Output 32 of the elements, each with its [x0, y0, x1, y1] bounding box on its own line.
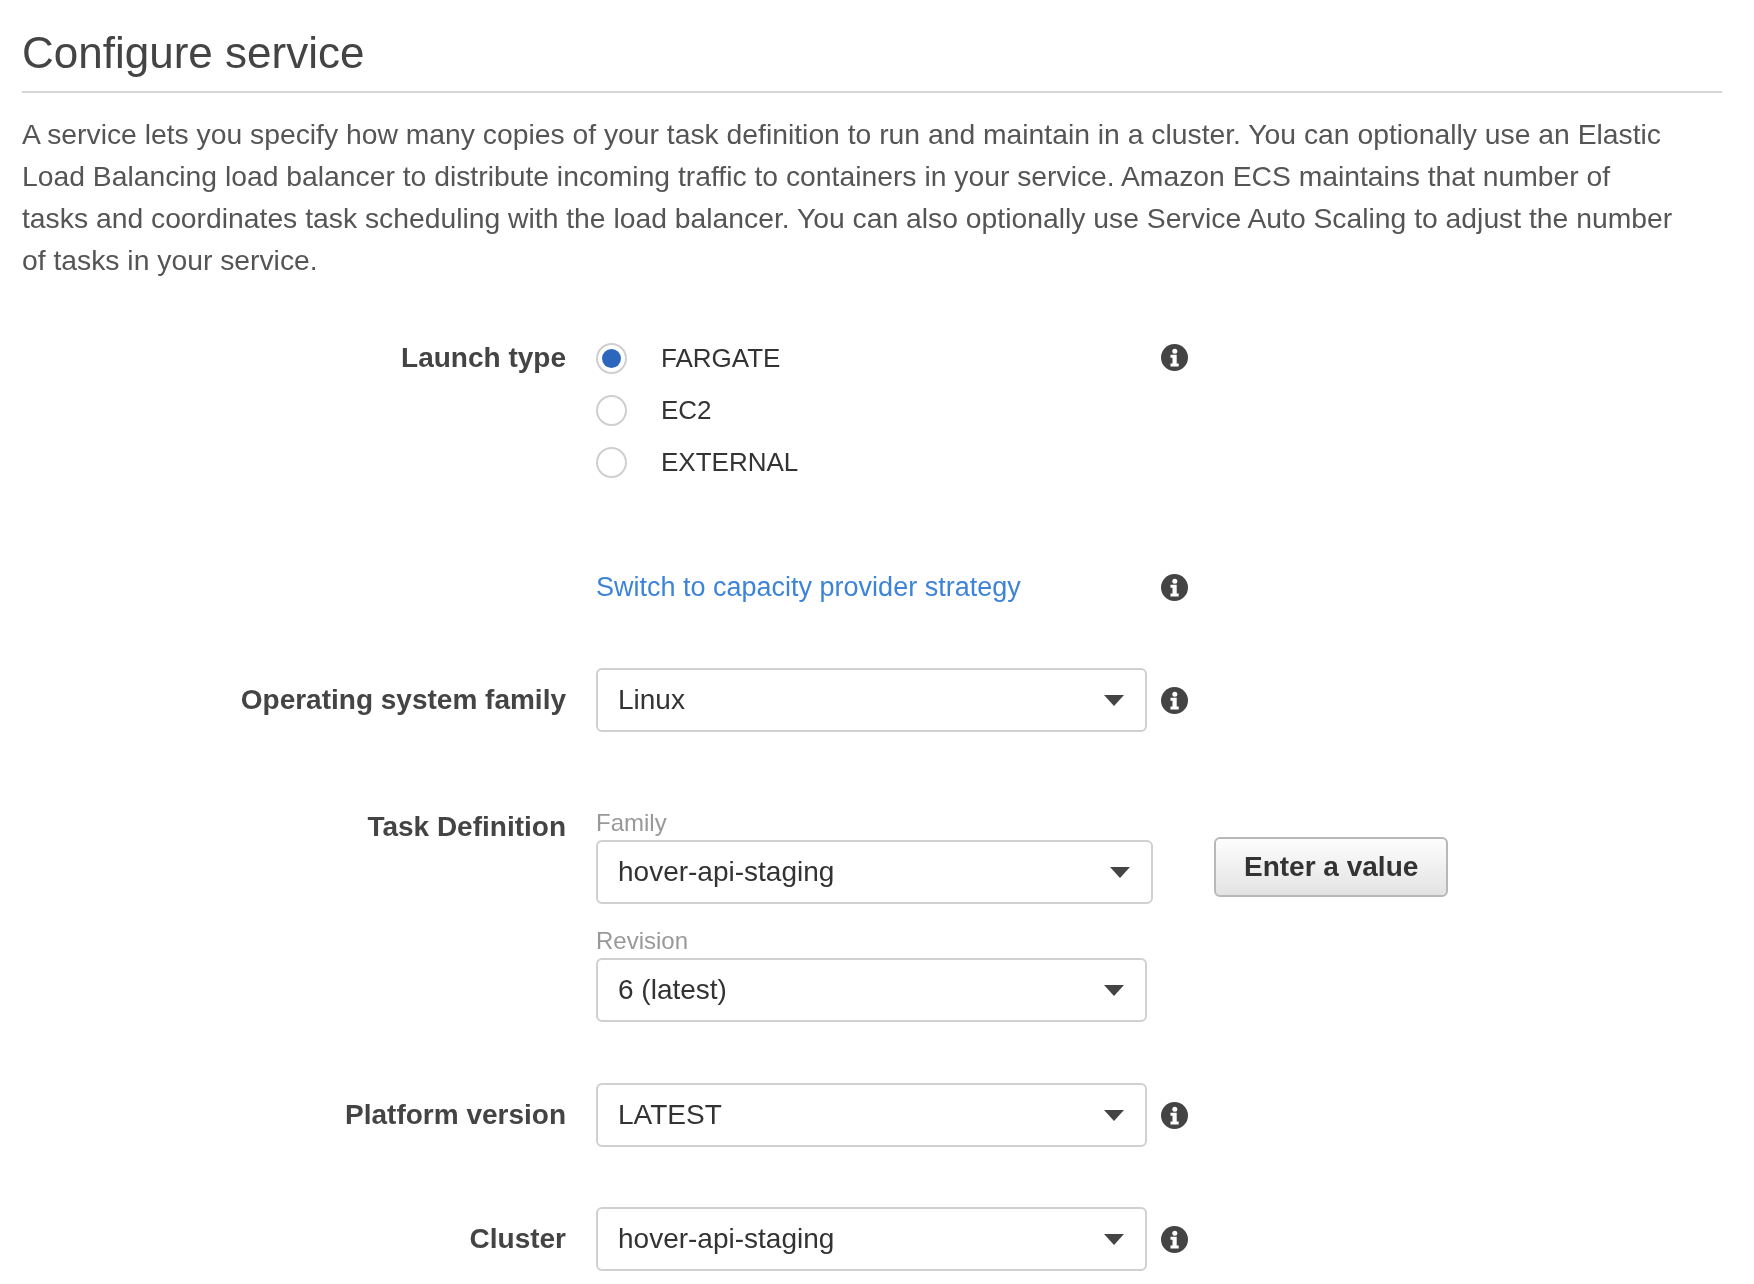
page-title: Configure service [22, 28, 365, 78]
dropdown[interactable]: 6 (latest) [596, 958, 1147, 1022]
caret-icon [1104, 1233, 1124, 1245]
field-label: Platform version [345, 1098, 566, 1132]
option-label[interactable]: EXTERNAL [661, 446, 799, 478]
radio-button[interactable] [596, 446, 627, 478]
info-icon[interactable] [1161, 573, 1188, 601]
caret-icon [1104, 984, 1124, 996]
field-label: Operating system family [240, 683, 566, 717]
option-label[interactable]: EC2 [661, 394, 712, 426]
caret-icon [1110, 866, 1130, 878]
dropdown[interactable]: hover-api-staging [596, 1207, 1147, 1271]
description-text: A service lets you specify how many copies of your task definition to run and maintain in a cluster. You can optionally use an Elastic Load Balancing load balancer to distribute incoming traffic to containers in your service. Amazon ECS maintains that number of tasks and coordinates task scheduling with the load balancer. You can also optionally use Service Auto Scaling to adjust the number of tasks in your service. [22, 117, 1674, 278]
radio-button[interactable] [596, 342, 627, 374]
field-label: Cluster [469, 1222, 566, 1256]
capacity-strategy-link[interactable]: Switch to capacity provider strategy [596, 572, 1021, 602]
info-icon[interactable] [1161, 686, 1188, 714]
info-icon[interactable] [1161, 1225, 1188, 1253]
field-caption: Family [596, 808, 667, 838]
info-icon[interactable] [1161, 1101, 1188, 1129]
field-caption: Revision [596, 926, 689, 956]
info-icon[interactable] [1161, 344, 1188, 371]
field-label: Task Definition [367, 810, 566, 844]
radio-button[interactable] [596, 394, 627, 426]
option-label[interactable]: FARGATE [661, 342, 781, 374]
caret-icon [1104, 694, 1124, 706]
field-label: Launch type [401, 341, 566, 375]
dropdown[interactable]: LATEST [596, 1083, 1147, 1147]
enter-value-button[interactable]: Enter a value [1214, 837, 1449, 897]
dropdown[interactable]: hover-api-staging [596, 840, 1153, 904]
caret-icon [1104, 1109, 1124, 1121]
dropdown[interactable]: Linux [596, 668, 1147, 732]
